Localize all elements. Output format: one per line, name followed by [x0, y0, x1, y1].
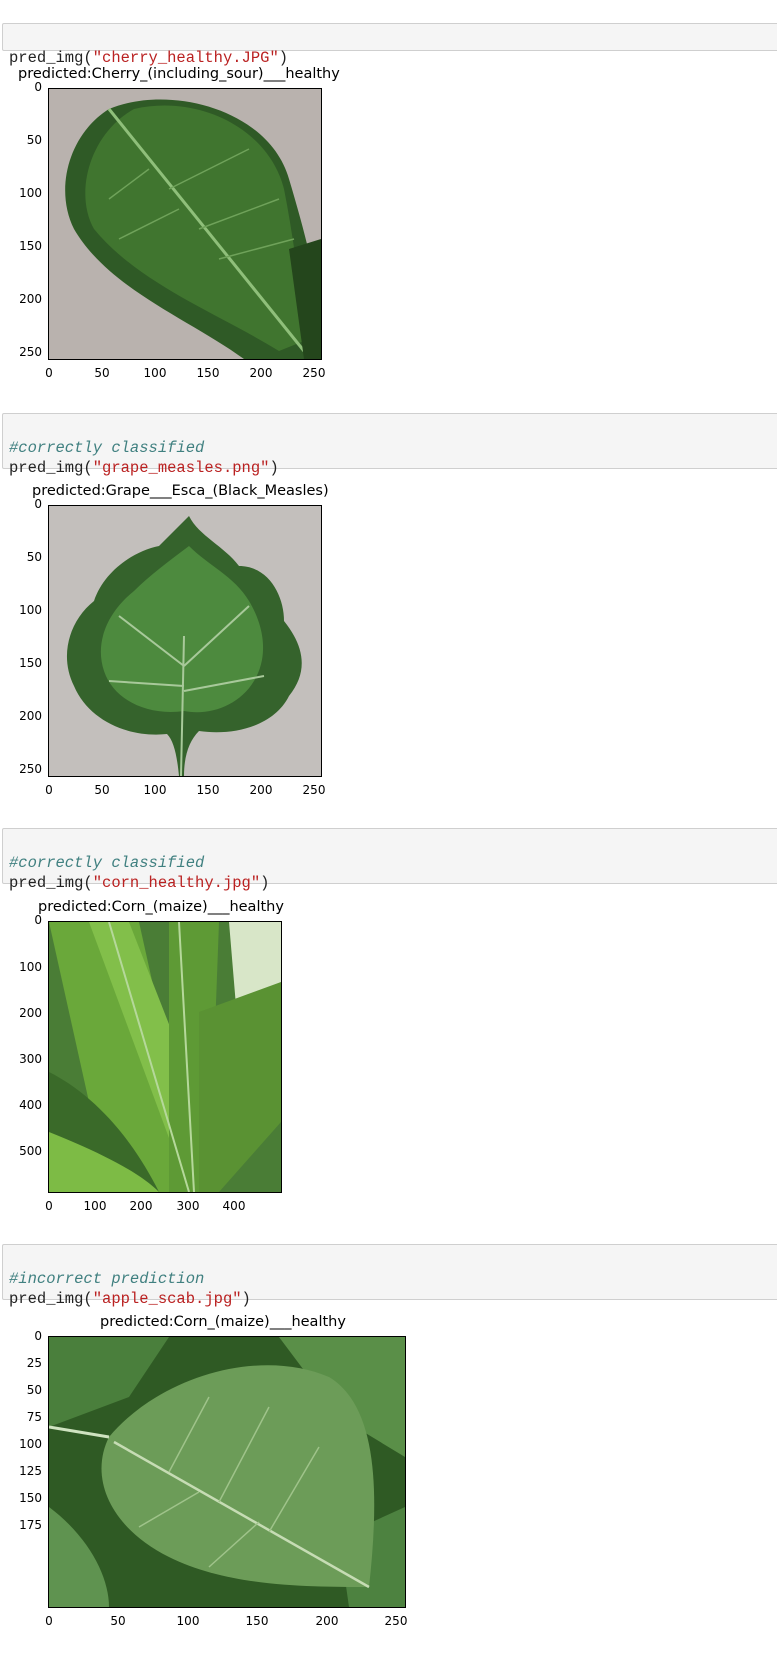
y-tick-label: 100: [19, 1437, 42, 1451]
code-close: ): [260, 874, 270, 892]
y-tick-label: 50: [26, 550, 42, 564]
image-axes: [48, 1336, 406, 1608]
x-tick-label: 50: [94, 366, 110, 380]
x-tick-label: 50: [94, 783, 110, 797]
code-close: ): [269, 459, 279, 477]
x-tick-label: 100: [176, 1614, 200, 1628]
x-tick-label: 150: [245, 1614, 269, 1628]
image-axes: [48, 88, 322, 360]
code-comment: #incorrect prediction: [9, 1270, 205, 1288]
code-comment: #correctly classified: [9, 854, 205, 872]
x-tick-label: 400: [222, 1199, 246, 1213]
image-axes: [48, 505, 322, 777]
code-call: pred_img(: [9, 874, 93, 892]
y-tick-label: 100: [19, 603, 42, 617]
code-call: pred_img(: [9, 459, 93, 477]
code-call: pred_img(: [9, 1290, 93, 1308]
x-tick-label: 100: [143, 366, 167, 380]
image-axes: [48, 921, 282, 1193]
x-tick-label: 100: [143, 783, 167, 797]
code-comment: #correctly classified: [9, 439, 205, 457]
code-string: "corn_healthy.jpg": [92, 874, 261, 892]
y-tick-label: 300: [19, 1052, 42, 1066]
grape-leaf-image: [49, 506, 321, 776]
x-tick-label: 150: [196, 366, 220, 380]
y-tick-label: 0: [34, 497, 42, 511]
x-tick-label: 200: [129, 1199, 153, 1213]
x-tick-label: 150: [196, 783, 220, 797]
plot-title: predicted:Corn_(maize)___healthy: [38, 899, 284, 915]
y-tick-label: 250: [19, 762, 42, 776]
code-close: ): [241, 1290, 251, 1308]
code-cell-4[interactable]: #incorrect prediction pred_img("apple_sc…: [2, 1244, 777, 1308]
y-tick-label: 75: [26, 1410, 42, 1424]
x-tick-label: 200: [249, 783, 273, 797]
x-tick-label: 250: [302, 366, 326, 380]
code-string: "apple_scab.jpg": [92, 1290, 242, 1308]
y-tick-label: 150: [19, 239, 42, 253]
y-tick-label: 500: [19, 1144, 42, 1158]
code-string: "cherry_healthy.JPG": [92, 49, 279, 67]
code-cell-1[interactable]: pred_img("cherry_healthy.JPG"): [2, 23, 777, 67]
y-tick-label: 50: [26, 1383, 42, 1397]
plot-title: predicted:Cherry_(including_sour)___heal…: [18, 66, 340, 82]
code-close: ): [278, 49, 289, 67]
x-tick-label: 250: [384, 1614, 408, 1628]
code-call: pred_img(: [9, 49, 93, 67]
y-tick-label: 125: [19, 1464, 42, 1478]
x-tick-label: 300: [176, 1199, 200, 1213]
cherry-leaf-image: [49, 89, 321, 359]
x-tick-label: 0: [45, 1199, 53, 1213]
y-tick-label: 0: [34, 913, 42, 927]
y-tick-label: 175: [19, 1518, 42, 1532]
x-tick-label: 50: [110, 1614, 126, 1628]
x-tick-label: 100: [83, 1199, 107, 1213]
y-tick-label: 250: [19, 345, 42, 359]
y-tick-label: 100: [19, 960, 42, 974]
x-tick-label: 250: [302, 783, 326, 797]
y-tick-label: 50: [26, 133, 42, 147]
plot-title: predicted:Corn_(maize)___healthy: [100, 1314, 346, 1330]
plot-title: predicted:Grape___Esca_(Black_Measles): [32, 483, 329, 499]
x-tick-label: 0: [45, 366, 53, 380]
code-cell-2[interactable]: #correctly classified pred_img("grape_me…: [2, 413, 777, 477]
y-tick-label: 150: [19, 656, 42, 670]
y-tick-label: 0: [34, 80, 42, 94]
y-tick-label: 200: [19, 1006, 42, 1020]
code-cell-3[interactable]: #correctly classified pred_img("corn_hea…: [2, 828, 777, 892]
apple-leaf-image: [49, 1337, 405, 1607]
x-tick-label: 200: [315, 1614, 339, 1628]
code-string: "grape_measles.png": [92, 459, 270, 477]
y-tick-label: 25: [26, 1356, 42, 1370]
x-tick-label: 0: [45, 783, 53, 797]
y-tick-label: 200: [19, 292, 42, 306]
y-tick-label: 400: [19, 1098, 42, 1112]
x-tick-label: 200: [249, 366, 273, 380]
x-tick-label: 0: [45, 1614, 53, 1628]
y-tick-label: 0: [34, 1329, 42, 1343]
y-tick-label: 200: [19, 709, 42, 723]
corn-leaf-image: [49, 922, 281, 1192]
y-tick-label: 150: [19, 1491, 42, 1505]
y-tick-label: 100: [19, 186, 42, 200]
